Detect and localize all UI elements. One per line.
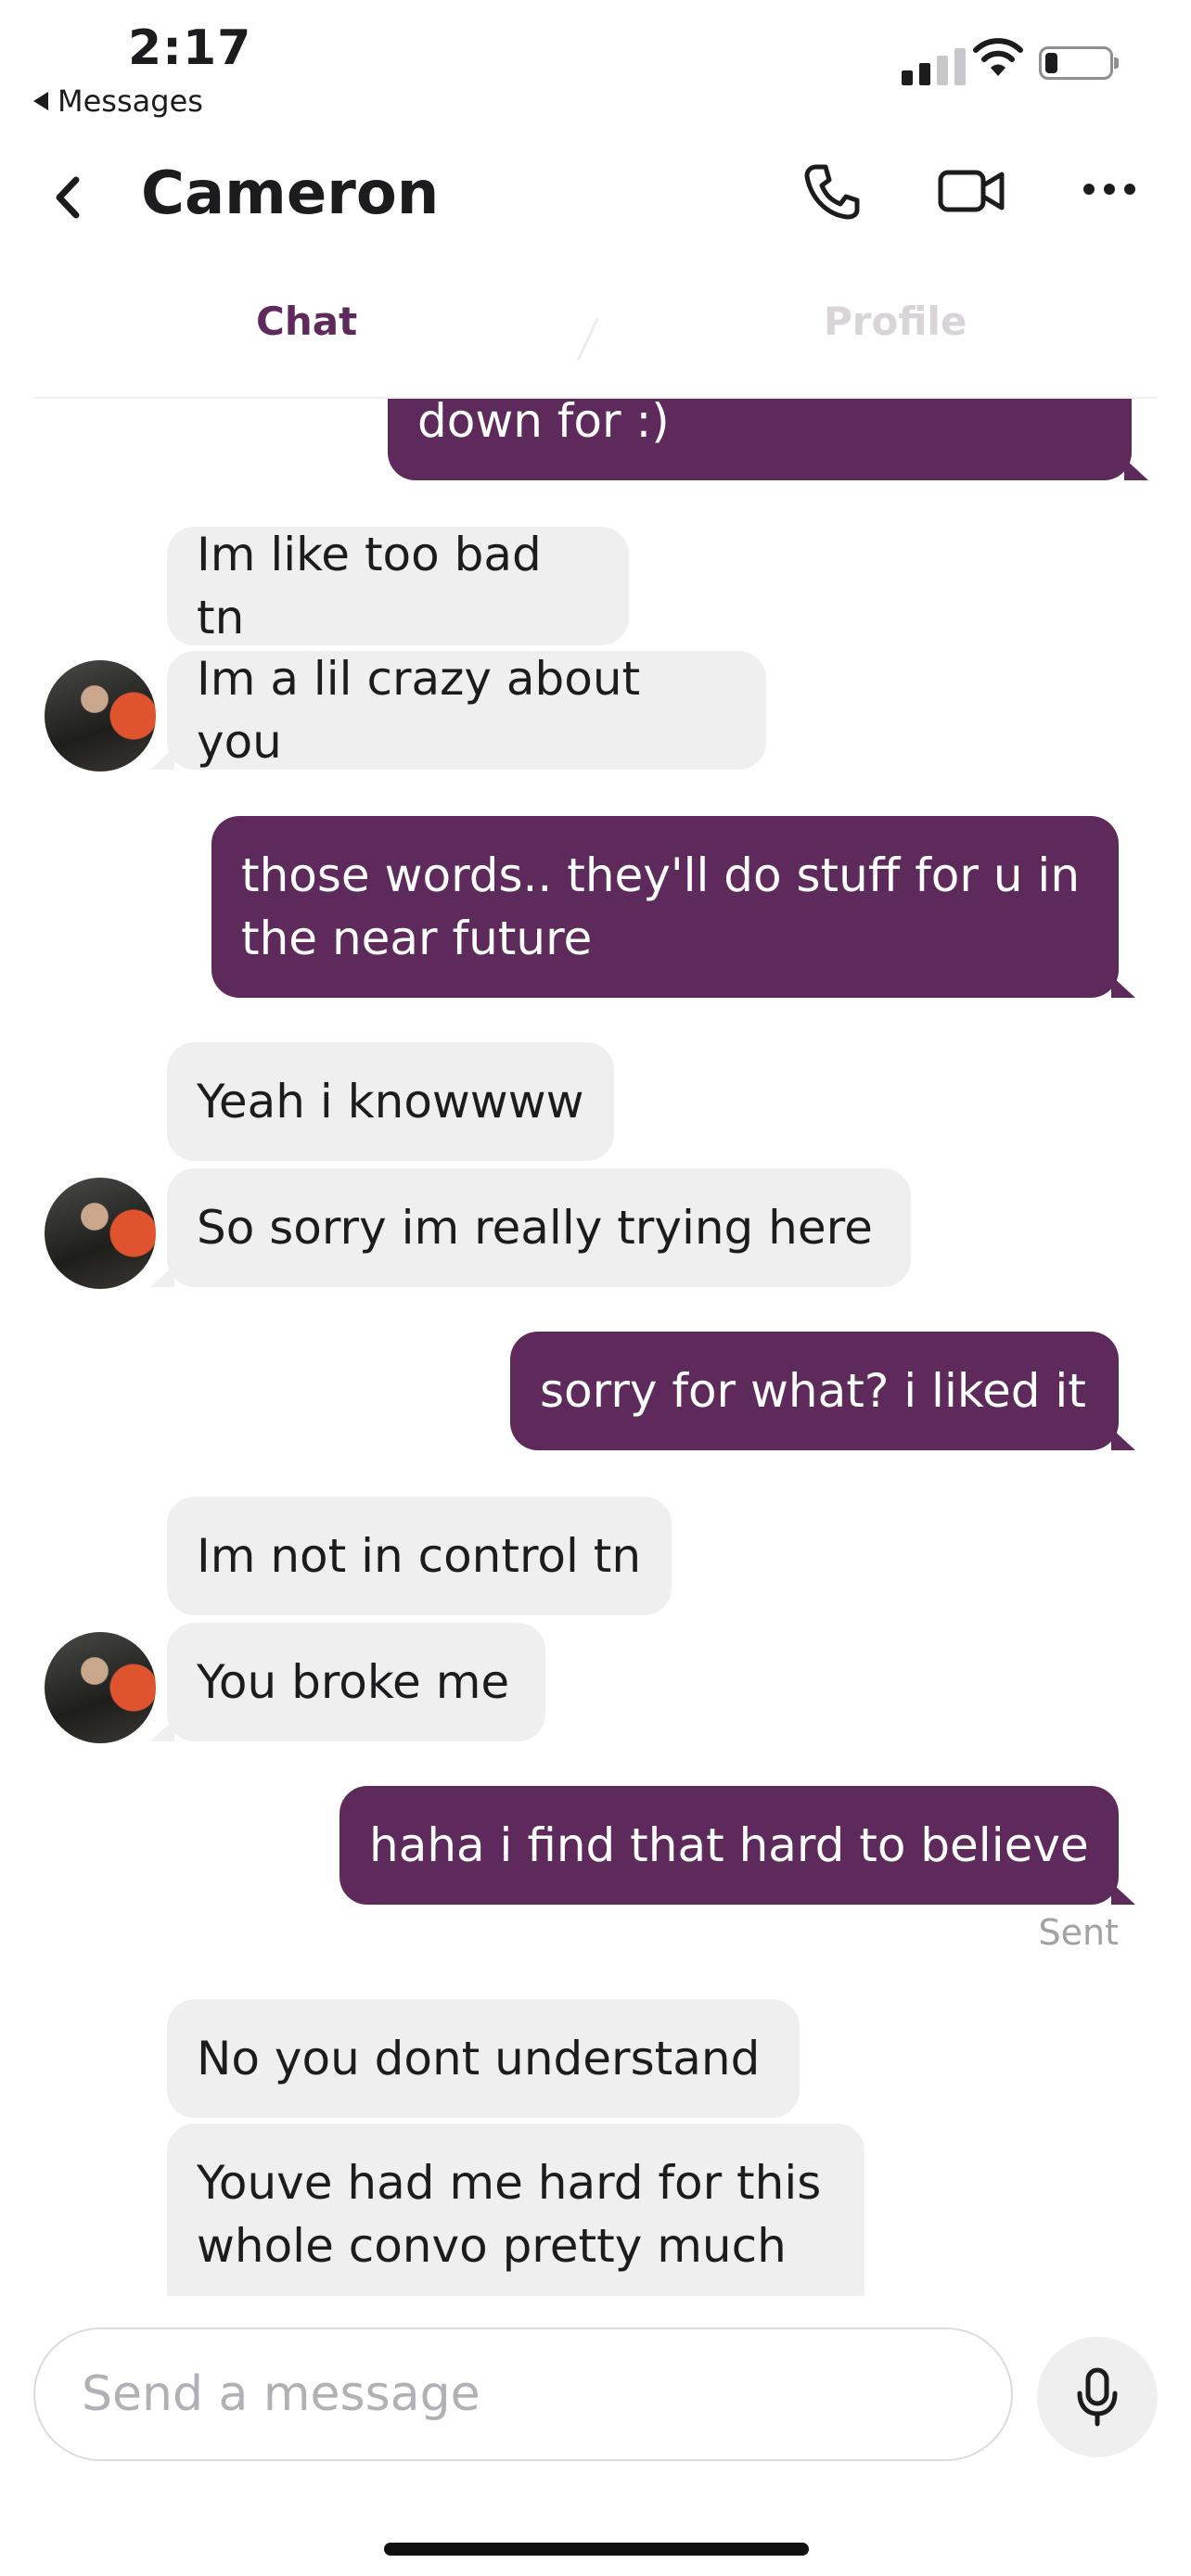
microphone-button[interactable] [1037,2337,1158,2457]
message-text: sorry for what? i liked it [540,1364,1086,1418]
message-incoming[interactable]: Yeah i knowwww [167,1042,614,1161]
message-text: down for :) [417,394,670,448]
home-indicator[interactable] [384,2543,809,2556]
message-text: No you dont understand [197,2032,761,2085]
message-text: Im like too bad tn [197,528,557,644]
message-outgoing[interactable]: sorry for what? i liked it [510,1332,1135,1450]
message-text: You broke me [197,1655,510,1709]
more-icon[interactable] [1083,184,1135,195]
message-input[interactable] [80,2366,1011,2423]
message-incoming[interactable]: Im like too bad tn [167,527,629,645]
message-incoming[interactable]: So sorry im really trying here [150,1168,911,1287]
avatar[interactable] [45,1632,156,1743]
message-outgoing[interactable]: haha i find that hard to believe [339,1786,1135,1905]
wifi-icon [973,38,1023,76]
message-incoming[interactable]: You broke me [150,1623,545,1741]
message-incoming[interactable]: Im a lil crazy about you [150,651,766,770]
message-text: Youve had me hard for this whole convo p… [197,2156,822,2273]
signal-icon [902,48,966,85]
status-time: 2:17 [128,20,252,76]
sent-status: Sent [1038,1912,1119,1953]
chevron-left-icon[interactable] [48,174,89,221]
contact-name: Cameron [141,159,440,228]
battery-icon [1039,46,1119,80]
message-text: Im a lil crazy about you [197,652,656,769]
tab-bar-border [33,360,1158,399]
message-input-container[interactable] [33,2327,1013,2461]
microphone-icon [1077,2367,1118,2427]
message-incoming[interactable]: Im not in control tn [167,1497,672,1615]
avatar[interactable] [45,660,156,772]
tab-profile[interactable]: Profile [824,299,967,344]
tab-chat[interactable]: Chat [256,299,357,344]
message-outgoing[interactable]: those words.. they'll do stuff for u in … [211,816,1135,998]
video-camera-icon[interactable] [937,167,1005,215]
message-text: Im not in control tn [197,1529,642,1583]
message-incoming[interactable]: No you dont understand [167,1999,800,2118]
avatar[interactable] [45,1178,156,1289]
message-incoming[interactable]: Youve had me hard for this whole convo p… [167,2123,864,2305]
back-to-app-label: Messages [58,83,203,119]
message-text: haha i find that hard to believe [369,1818,1089,1872]
back-to-app-link[interactable]: Messages [33,83,203,119]
message-text: So sorry im really trying here [197,1201,873,1255]
phone-icon[interactable] [803,163,861,221]
triangle-left-icon [33,92,48,110]
message-text: Yeah i knowwww [197,1075,584,1129]
message-text: those words.. they'll do stuff for u in … [241,848,1081,965]
